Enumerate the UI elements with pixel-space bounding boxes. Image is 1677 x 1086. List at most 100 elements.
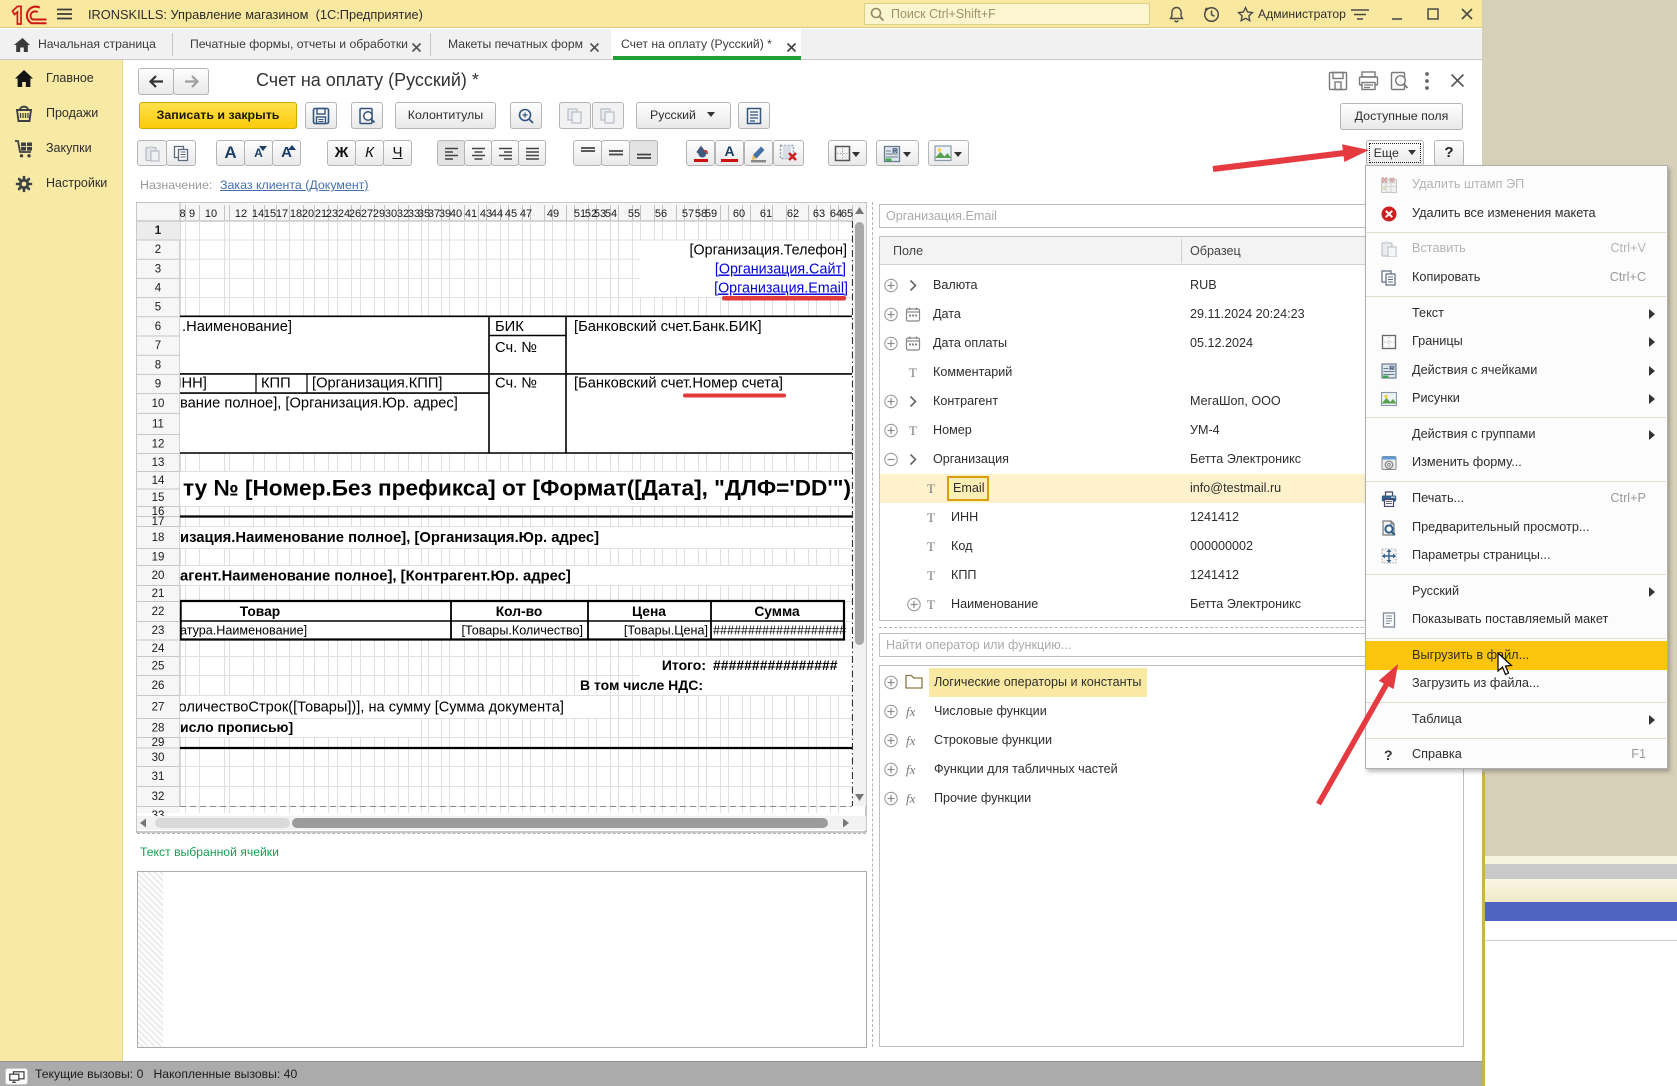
- svg-text:21: 21: [152, 588, 165, 600]
- svg-text:3: 3: [155, 263, 161, 275]
- svg-text:fx: fx: [906, 791, 916, 806]
- svg-text:Товар: Товар: [240, 604, 280, 619]
- svg-text:44: 44: [491, 208, 503, 220]
- svg-text:[Товары.Цена]: [Товары.Цена]: [624, 624, 708, 638]
- svg-text:T: T: [927, 597, 935, 612]
- svg-text:В том числе НДС:: В том числе НДС:: [580, 677, 703, 693]
- svg-text:40: 40: [450, 208, 462, 220]
- svg-text:23: 23: [326, 208, 338, 220]
- svg-text:31: 31: [152, 771, 165, 783]
- svg-text:Сумма: Сумма: [754, 604, 800, 619]
- svg-text:57: 57: [682, 208, 694, 220]
- svg-text:ту № [Номер.Без префикса] от [: ту № [Номер.Без префикса] от [Формат([Да…: [183, 476, 851, 501]
- svg-text:T: T: [927, 510, 935, 525]
- svg-text:[Организация.Email]: [Организация.Email]: [714, 281, 848, 297]
- svg-text:fx: fx: [906, 762, 916, 777]
- svg-text:23: 23: [152, 625, 165, 637]
- svg-text:################: ################: [713, 657, 838, 673]
- svg-text:32: 32: [152, 791, 165, 803]
- svg-text:20: 20: [302, 208, 314, 220]
- svg-text:63: 63: [813, 208, 825, 220]
- svg-text:КПП: КПП: [261, 376, 291, 392]
- svg-text:30: 30: [385, 208, 397, 220]
- svg-text:62: 62: [787, 208, 799, 220]
- svg-text:###################: ###################: [713, 624, 846, 638]
- svg-text:fx: fx: [906, 704, 916, 719]
- svg-text:5: 5: [155, 302, 161, 314]
- svg-text:[Банковский счет.Номер счета]: [Банковский счет.Номер счета]: [574, 376, 783, 392]
- svg-text:15: 15: [152, 492, 165, 504]
- svg-text:[Организация.Сайт]: [Организация.Сайт]: [715, 262, 846, 278]
- svg-text:59: 59: [705, 208, 717, 220]
- svg-text:8: 8: [155, 359, 161, 371]
- svg-text:27: 27: [152, 702, 165, 714]
- svg-text:[Организация.Телефон]: [Организация.Телефон]: [690, 243, 847, 259]
- svg-text:БИК: БИК: [495, 319, 524, 335]
- svg-text:12: 12: [235, 208, 247, 220]
- svg-text:19: 19: [152, 552, 165, 564]
- svg-text:агент.Наименование полное], [К: агент.Наименование полное], [Контрагент.…: [180, 569, 571, 585]
- svg-text:вание полное], [Организация.Юр: вание полное], [Организация.Юр. адрес]: [180, 396, 458, 412]
- svg-text:T: T: [909, 365, 917, 380]
- svg-text:47: 47: [520, 208, 532, 220]
- svg-text:65: 65: [841, 208, 853, 220]
- svg-text:18: 18: [290, 208, 302, 220]
- svg-text:T: T: [927, 568, 935, 583]
- svg-text:29: 29: [152, 737, 165, 749]
- svg-text:7: 7: [155, 340, 161, 352]
- svg-text:6: 6: [155, 321, 161, 333]
- svg-text:4: 4: [155, 283, 162, 295]
- svg-text:27: 27: [361, 208, 373, 220]
- svg-text:49: 49: [547, 208, 559, 220]
- svg-text:11: 11: [152, 418, 164, 430]
- svg-text:54: 54: [605, 208, 617, 220]
- svg-text:12: 12: [152, 439, 165, 451]
- svg-text:изация.Наименование полное], [: изация.Наименование полное], [Организаци…: [180, 530, 599, 546]
- svg-text:25: 25: [152, 661, 165, 673]
- svg-text:18: 18: [152, 532, 165, 544]
- svg-text:Кол-во: Кол-во: [496, 604, 543, 619]
- svg-text:fx: fx: [906, 733, 916, 748]
- svg-text:45: 45: [505, 208, 517, 220]
- svg-text:56: 56: [655, 208, 667, 220]
- svg-text:10: 10: [152, 398, 165, 410]
- svg-text:2: 2: [155, 244, 161, 256]
- svg-text:Сч. №: Сч. №: [495, 376, 537, 392]
- svg-text:8: 8: [179, 208, 185, 220]
- svg-text:60: 60: [733, 208, 745, 220]
- svg-text:24: 24: [152, 643, 165, 655]
- svg-text:T: T: [909, 423, 917, 438]
- svg-text:20: 20: [152, 570, 165, 582]
- svg-text:9: 9: [155, 379, 161, 391]
- svg-text:10: 10: [205, 208, 217, 220]
- svg-text:55: 55: [628, 208, 640, 220]
- svg-text:14: 14: [152, 475, 165, 487]
- svg-text:61: 61: [760, 208, 772, 220]
- svg-text:?: ?: [1384, 747, 1393, 763]
- svg-text:[Банковский счет.Банк.БИК]: [Банковский счет.Банк.БИК]: [574, 319, 762, 335]
- svg-text:T: T: [927, 539, 935, 554]
- svg-text:.Наименование]: .Наименование]: [182, 319, 292, 335]
- svg-text:[КоличествоСтрок([Товары])], н: [КоличествоСтрок([Товары])], на сумму [С…: [166, 700, 564, 716]
- svg-text:Сч. №: Сч. №: [495, 340, 537, 356]
- svg-text:15: 15: [264, 208, 276, 220]
- svg-text:9: 9: [189, 208, 195, 220]
- svg-text:Цена: Цена: [632, 604, 666, 619]
- svg-text:26: 26: [152, 680, 165, 692]
- svg-text:Итого:: Итого:: [662, 657, 706, 673]
- svg-text:13: 13: [152, 457, 165, 469]
- svg-text:17: 17: [276, 208, 288, 220]
- svg-text:28: 28: [152, 723, 165, 735]
- svg-text:исло прописью]: исло прописью]: [180, 719, 293, 735]
- svg-text:T: T: [927, 481, 935, 496]
- svg-text:атура.Наименование]: атура.Наименование]: [180, 624, 307, 638]
- svg-text:22: 22: [152, 606, 165, 618]
- svg-text:30: 30: [152, 752, 165, 764]
- svg-text:26: 26: [349, 208, 361, 220]
- svg-text:1: 1: [155, 225, 162, 237]
- svg-text:29: 29: [373, 208, 385, 220]
- svg-text:14: 14: [252, 208, 264, 220]
- svg-text:[Организация.КПП]: [Организация.КПП]: [312, 376, 443, 392]
- svg-text:41: 41: [465, 208, 477, 220]
- svg-text:[Товары.Количество]: [Товары.Количество]: [462, 624, 583, 638]
